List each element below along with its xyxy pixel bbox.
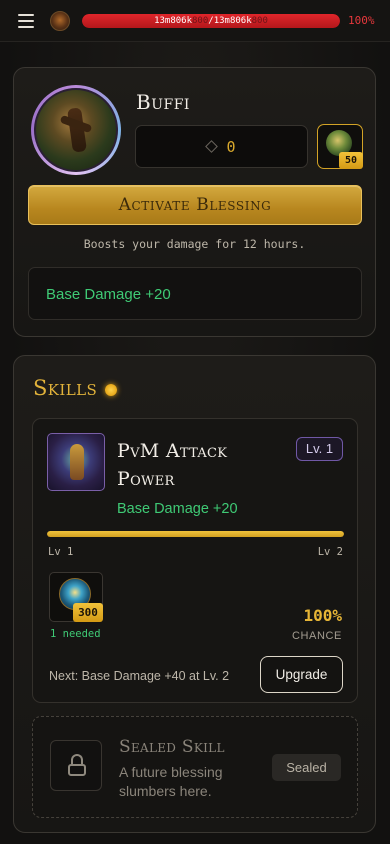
sealed-tag: Sealed xyxy=(272,754,341,781)
sealed-skill-card: Sealed Skill A future blessing slumbers … xyxy=(32,716,358,818)
hp-percent: 100% xyxy=(348,14,375,27)
upgrade-button[interactable]: Upgrade xyxy=(260,656,343,693)
skill-progress-bar xyxy=(47,531,344,537)
skill-card: PvM Attack Power Lv. 1 Base Damage +20 L… xyxy=(32,418,358,703)
top-bar: 13m806k800/13m806k800 100% xyxy=(0,0,390,42)
diamond-icon xyxy=(205,140,219,153)
skill-icon xyxy=(47,433,105,491)
chance-value: 100% xyxy=(303,606,342,625)
required-needed-text: 1 needed xyxy=(50,628,101,640)
hp-max-a: 13m806k xyxy=(213,15,252,26)
buff-avatar xyxy=(31,85,121,175)
buff-panel: Buffi 0 50 Activate Blessing Boosts your… xyxy=(13,67,376,337)
chance-label: CHANCE xyxy=(291,630,342,642)
skill-level-badge: Lv. 1 xyxy=(296,437,343,461)
hp-current-a: 13m806k xyxy=(154,15,193,26)
blessing-item-slot[interactable]: 50 xyxy=(317,124,363,169)
hp-text: 13m806k800/13m806k800 xyxy=(82,14,340,28)
buff-portrait xyxy=(34,88,118,172)
skill-name: PvM Attack Power xyxy=(117,440,228,490)
sealed-skill-description: A future blessing slumbers here. xyxy=(119,764,223,799)
skills-panel: Skills PvM Attack Power Lv. 1 Base Damag… xyxy=(13,355,376,833)
buff-name: Buffi xyxy=(136,90,190,114)
item-count-badge: 50 xyxy=(339,152,363,169)
skill-progress-fill xyxy=(47,531,344,537)
menu-icon[interactable] xyxy=(18,13,34,28)
next-level-text: Next: Base Damage +40 at Lv. 2 xyxy=(49,669,230,683)
hp-bar: 13m806k800/13m806k800 xyxy=(82,13,340,28)
coin-icon xyxy=(50,10,70,31)
bonus-box: Base Damage +20 xyxy=(28,267,362,320)
hp-current-b: 800 xyxy=(192,15,209,26)
lock-box xyxy=(50,740,102,791)
level-from: Lv 1 xyxy=(48,546,74,558)
cost-value: 0 xyxy=(226,137,236,156)
skill-effect: Base Damage +20 xyxy=(117,501,238,517)
activate-description: Boosts your damage for 12 hours. xyxy=(83,237,306,251)
cost-box: 0 xyxy=(135,125,308,168)
hp-max-b: 800 xyxy=(251,15,268,26)
required-item-count: 300 xyxy=(73,603,103,622)
required-item-slot[interactable]: 300 xyxy=(49,572,103,622)
level-to: Lv 2 xyxy=(317,546,343,558)
skills-indicator-dot xyxy=(105,384,117,396)
sealed-skill-title: Sealed Skill xyxy=(119,737,225,757)
skills-title: Skills xyxy=(33,376,98,400)
lock-icon xyxy=(68,754,86,776)
bonus-text: Base Damage +20 xyxy=(46,286,171,303)
activate-blessing-button[interactable]: Activate Blessing xyxy=(28,185,362,225)
